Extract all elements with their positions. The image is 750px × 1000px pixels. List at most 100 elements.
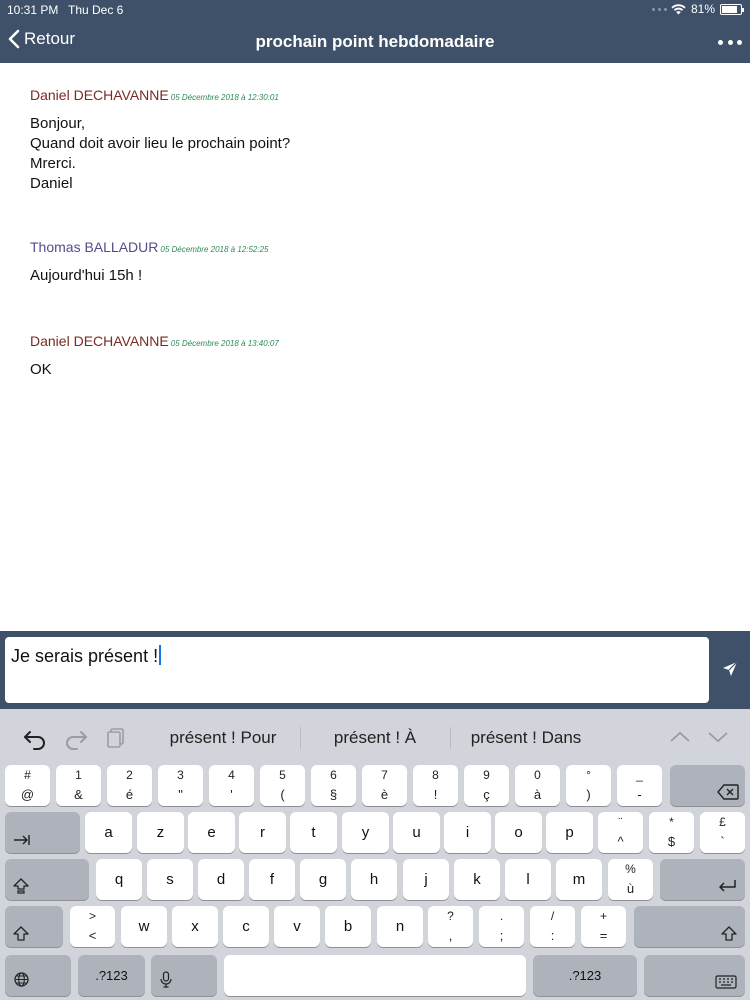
message-line: OK (30, 361, 52, 378)
message-input[interactable]: Je serais présent ! (5, 637, 709, 703)
shift-key-right[interactable] (634, 906, 745, 947)
tab-icon (14, 835, 30, 845)
key-bottom-label: $ (667, 834, 676, 849)
undo-button[interactable] (22, 725, 48, 751)
key-w[interactable]: w (121, 906, 167, 947)
key-h[interactable]: h (351, 859, 397, 900)
message-author: Daniel DECHAVANNE (30, 87, 169, 103)
key-s[interactable]: s (147, 859, 193, 900)
next-field-button[interactable] (706, 727, 730, 747)
key-degree[interactable]: °) (566, 765, 611, 806)
space-bar[interactable] (224, 955, 526, 996)
message-item: Daniel DECHAVANNE 05 Décembre 2018 à 12:3… (30, 87, 290, 194)
key-n[interactable]: n (377, 906, 423, 947)
key-v[interactable]: v (274, 906, 320, 947)
key-top-label: * (669, 815, 674, 829)
globe-icon (14, 972, 29, 987)
dictation-key[interactable] (151, 955, 217, 996)
key-g[interactable]: g (300, 859, 346, 900)
globe-key[interactable] (5, 955, 71, 996)
key-underscore[interactable]: _ - (617, 765, 662, 806)
previous-field-button[interactable] (668, 727, 692, 747)
key-pound[interactable]: £ ` (700, 812, 745, 853)
key-top-label: . (499, 909, 504, 923)
key-u[interactable]: u (393, 812, 440, 853)
key-top-label: 2 (126, 768, 133, 782)
key-f[interactable]: f (249, 859, 295, 900)
key-top-label: 0 (534, 768, 541, 782)
key-bottom-label: ( (280, 787, 285, 802)
key-c[interactable]: c (223, 906, 269, 947)
hide-keyboard-key[interactable] (644, 955, 745, 996)
key-z[interactable]: z (137, 812, 184, 853)
key-i[interactable]: i (444, 812, 491, 853)
key-8[interactable]: 8! (413, 765, 458, 806)
key-top-label: / (550, 909, 555, 923)
key-y[interactable]: y (342, 812, 389, 853)
key-a[interactable]: a (85, 812, 132, 853)
tab-key[interactable] (5, 812, 80, 853)
key-top-label: + (599, 909, 607, 923)
key-hash[interactable]: # @ (5, 765, 50, 806)
key-5[interactable]: 5( (260, 765, 305, 806)
shift-key-left[interactable] (5, 906, 63, 947)
key-3[interactable]: 3 " (158, 765, 203, 806)
text-caret (159, 645, 162, 665)
key-question[interactable]: ?, (428, 906, 473, 947)
caps-lock-key[interactable] (5, 859, 89, 900)
numbers-key-left[interactable]: .?123 (78, 955, 145, 996)
status-bar: 10:31 PM Thu Dec 6 81% (0, 0, 750, 20)
key-4[interactable]: 4 ' (209, 765, 254, 806)
suggestion-1[interactable]: présent ! Pour (150, 728, 296, 748)
key-l[interactable]: l (505, 859, 551, 900)
key-m[interactable]: m (556, 859, 602, 900)
key-caret[interactable]: ¨ ^ (598, 812, 643, 853)
more-options-button[interactable] (718, 30, 742, 54)
key-bottom-label: ! (433, 787, 438, 802)
key-2[interactable]: 2é (107, 765, 152, 806)
suggestion-3[interactable]: présent ! Dans (454, 728, 598, 748)
send-icon (723, 661, 738, 676)
key-r[interactable]: r (239, 812, 286, 853)
key-q[interactable]: q (96, 859, 142, 900)
key-bottom-label: , (448, 928, 453, 943)
key-b[interactable]: b (325, 906, 371, 947)
numbers-key-right[interactable]: .?123 (533, 955, 637, 996)
key-o[interactable]: o (495, 812, 542, 853)
key-period[interactable]: .; (479, 906, 524, 947)
key-1[interactable]: 1 & (56, 765, 101, 806)
caps-lock-icon (13, 878, 29, 894)
key-t[interactable]: t (290, 812, 337, 853)
send-button[interactable] (722, 661, 742, 681)
backspace-key[interactable] (670, 765, 745, 806)
key-x[interactable]: x (172, 906, 218, 947)
suggestion-divider (300, 727, 301, 749)
key-plus[interactable]: + = (581, 906, 626, 947)
key-percent[interactable]: % ù (608, 859, 653, 900)
message-timestamp: 05 Décembre 2018 à 12:52:25 (160, 245, 269, 254)
key-top-label: 1 (75, 768, 82, 782)
key-d[interactable]: d (198, 859, 244, 900)
key-7[interactable]: 7è (362, 765, 407, 806)
key-dollar[interactable]: * $ (649, 812, 694, 853)
message-author: Daniel DECHAVANNE (30, 333, 169, 349)
dot-icon (727, 39, 733, 45)
key-0[interactable]: 0à (515, 765, 560, 806)
key-greater-than[interactable]: > < (70, 906, 115, 947)
key-slash[interactable]: /: (530, 906, 575, 947)
redo-button[interactable] (63, 725, 89, 751)
key-9[interactable]: 9ç (464, 765, 509, 806)
message-item: Thomas BALLADUR 05 Décembre 2018 à 12:52:… (30, 239, 268, 286)
key-k[interactable]: k (454, 859, 500, 900)
key-e[interactable]: e (188, 812, 235, 853)
key-p[interactable]: p (546, 812, 593, 853)
message-line: Aujourd'hui 15h ! (30, 267, 143, 284)
key-label: .?123 (568, 968, 602, 983)
suggestion-2[interactable]: présent ! À (304, 728, 446, 748)
paste-button[interactable] (104, 725, 130, 751)
key-j[interactable]: j (403, 859, 449, 900)
key-bottom-label: = (599, 928, 608, 943)
key-6[interactable]: 6 § (311, 765, 356, 806)
return-key[interactable] (660, 859, 745, 900)
chevron-up-icon (670, 731, 690, 742)
